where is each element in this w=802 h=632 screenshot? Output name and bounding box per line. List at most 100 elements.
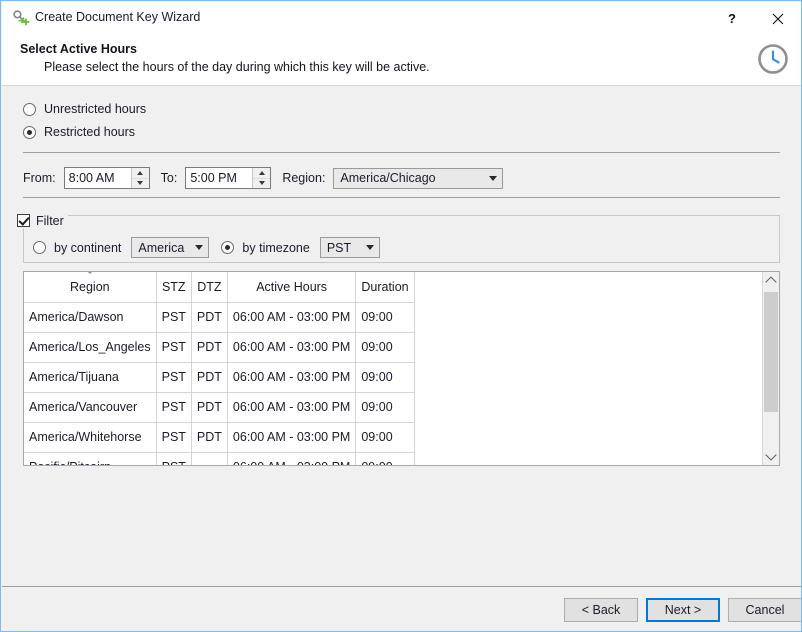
from-time-value[interactable]: 8:00 AM bbox=[64, 168, 131, 188]
title-bar: Create Document Key Wizard ? bbox=[2, 2, 801, 34]
region-select[interactable]: America/Chicago bbox=[333, 167, 504, 189]
clock-icon bbox=[756, 42, 790, 76]
column-header-duration[interactable]: Duration bbox=[355, 272, 415, 303]
cell-duration: 09:00 bbox=[355, 332, 415, 363]
cell-active-hours: 06:00 AM - 03:00 PM bbox=[227, 302, 357, 333]
timezone-table-frame: Region STZ DTZ Active Hours Duration Ame… bbox=[23, 271, 780, 466]
wizard-window: Create Document Key Wizard ? Select Acti… bbox=[0, 0, 802, 632]
close-icon[interactable] bbox=[755, 3, 801, 34]
radio-unrestricted-indicator[interactable] bbox=[23, 102, 36, 116]
radio-by-continent-indicator[interactable] bbox=[33, 241, 46, 254]
cell-region: America/Vancouver bbox=[24, 392, 157, 423]
back-button[interactable]: < Back bbox=[564, 598, 638, 622]
cell-region: America/Los_Angeles bbox=[24, 332, 157, 363]
time-range-row: From: 8:00 AM To: 5:00 PM Region: Americ… bbox=[23, 167, 504, 189]
table-row[interactable]: America/Tijuana PST PDT 06:00 AM - 03:00… bbox=[24, 362, 415, 393]
chevron-down-icon[interactable] bbox=[361, 245, 379, 250]
to-time-spinner[interactable]: 5:00 PM bbox=[185, 167, 272, 189]
scroll-up-icon[interactable] bbox=[763, 272, 779, 289]
radio-restricted-hours[interactable]: Restricted hours bbox=[23, 125, 135, 139]
scroll-down-icon[interactable] bbox=[763, 448, 779, 465]
table-row[interactable]: America/Los_Angeles PST PDT 06:00 AM - 0… bbox=[24, 332, 415, 363]
cell-active-hours: 06:00 AM - 03:00 PM bbox=[227, 332, 357, 363]
from-time-increment[interactable] bbox=[131, 168, 149, 179]
region-select-value: America/Chicago bbox=[340, 171, 436, 185]
page-title: Select Active Hours bbox=[20, 42, 137, 56]
radio-restricted-indicator[interactable] bbox=[23, 125, 36, 139]
cell-stz: PST bbox=[156, 452, 192, 465]
chevron-down-icon[interactable] bbox=[484, 175, 502, 181]
timezone-select-value: PST bbox=[326, 240, 352, 255]
from-time-decrement[interactable] bbox=[131, 178, 149, 188]
to-time-increment[interactable] bbox=[253, 168, 271, 179]
cell-stz: PST bbox=[156, 302, 192, 333]
table-row[interactable]: Pacific/Pitcairn PST 06:00 AM - 03:00 PM… bbox=[24, 452, 415, 465]
table-row[interactable]: America/Dawson PST PDT 06:00 AM - 03:00 … bbox=[24, 302, 415, 333]
column-header-active-hours[interactable]: Active Hours bbox=[227, 272, 357, 303]
to-time-decrement[interactable] bbox=[253, 178, 271, 188]
wizard-header: Select Active Hours Please select the ho… bbox=[2, 34, 801, 86]
from-time-spinner[interactable]: 8:00 AM bbox=[63, 167, 150, 189]
continent-select-value: America bbox=[138, 240, 185, 255]
cell-stz: PST bbox=[156, 422, 192, 453]
cell-active-hours: 06:00 AM - 03:00 PM bbox=[227, 452, 357, 465]
column-header-stz[interactable]: STZ bbox=[156, 272, 192, 303]
to-time-arrows[interactable] bbox=[252, 168, 271, 188]
next-button[interactable]: Next > bbox=[646, 598, 720, 622]
table-row[interactable]: America/Whitehorse PST PDT 06:00 AM - 03… bbox=[24, 422, 415, 453]
radio-unrestricted-label: Unrestricted hours bbox=[44, 102, 147, 116]
table-row[interactable]: America/Vancouver PST PDT 06:00 AM - 03:… bbox=[24, 392, 415, 423]
radio-by-timezone-indicator[interactable] bbox=[221, 241, 235, 254]
filter-enable-checkbox[interactable]: Filter bbox=[13, 213, 68, 228]
cell-stz: PST bbox=[156, 392, 192, 423]
filter-options-row: by continent America by timezone PST bbox=[33, 237, 380, 258]
column-header-dtz[interactable]: DTZ bbox=[191, 272, 228, 303]
cell-duration: 09:00 bbox=[355, 452, 415, 465]
cell-duration: 09:00 bbox=[355, 302, 415, 333]
to-label: To: bbox=[160, 171, 178, 185]
sort-descending-icon bbox=[85, 272, 94, 274]
cell-duration: 09:00 bbox=[355, 362, 415, 393]
page-subtitle: Please select the hours of the day durin… bbox=[44, 60, 430, 74]
table-header-row: Region STZ DTZ Active Hours Duration bbox=[24, 272, 415, 303]
scrollbar-thumb[interactable] bbox=[764, 292, 778, 412]
table-vertical-scrollbar[interactable] bbox=[762, 272, 779, 465]
cell-region: America/Tijuana bbox=[24, 362, 157, 393]
cell-duration: 09:00 bbox=[355, 422, 415, 453]
cancel-button[interactable]: Cancel bbox=[728, 598, 801, 622]
cell-region: America/Whitehorse bbox=[24, 422, 157, 453]
radio-by-continent-label: by continent bbox=[54, 240, 122, 255]
separator-top bbox=[23, 152, 780, 153]
chevron-down-icon[interactable] bbox=[190, 245, 208, 250]
cell-dtz: PDT bbox=[191, 422, 228, 453]
radio-restricted-label: Restricted hours bbox=[44, 125, 136, 139]
cell-dtz: PDT bbox=[191, 362, 228, 393]
from-label: From: bbox=[23, 171, 56, 185]
radio-by-timezone-label: by timezone bbox=[242, 240, 310, 255]
cell-active-hours: 06:00 AM - 03:00 PM bbox=[227, 362, 357, 393]
cell-active-hours: 06:00 AM - 03:00 PM bbox=[227, 422, 357, 453]
filter-checkbox-indicator[interactable] bbox=[17, 214, 30, 227]
cell-dtz bbox=[191, 452, 228, 465]
filter-label: Filter bbox=[36, 213, 64, 228]
wizard-footer: < Back Next > Cancel bbox=[2, 587, 801, 631]
from-time-arrows[interactable] bbox=[130, 168, 149, 188]
timezone-table: Region STZ DTZ Active Hours Duration Ame… bbox=[24, 272, 415, 465]
radio-unrestricted-hours[interactable]: Unrestricted hours bbox=[23, 102, 146, 116]
window-title: Create Document Key Wizard bbox=[35, 10, 201, 24]
cell-duration: 09:00 bbox=[355, 392, 415, 423]
cell-region: America/Dawson bbox=[24, 302, 157, 333]
cell-stz: PST bbox=[156, 362, 192, 393]
column-header-region[interactable]: Region bbox=[24, 272, 157, 303]
region-label: Region: bbox=[282, 171, 326, 185]
timezone-select[interactable]: PST bbox=[319, 237, 380, 258]
to-time-value[interactable]: 5:00 PM bbox=[186, 168, 253, 188]
cell-stz: PST bbox=[156, 332, 192, 363]
help-button[interactable]: ? bbox=[709, 3, 755, 34]
continent-select[interactable]: America bbox=[131, 237, 210, 258]
cell-dtz: PDT bbox=[191, 332, 228, 363]
cell-region: Pacific/Pitcairn bbox=[24, 452, 157, 465]
cell-dtz: PDT bbox=[191, 392, 228, 423]
separator-mid bbox=[23, 197, 780, 198]
key-add-icon bbox=[12, 9, 30, 27]
